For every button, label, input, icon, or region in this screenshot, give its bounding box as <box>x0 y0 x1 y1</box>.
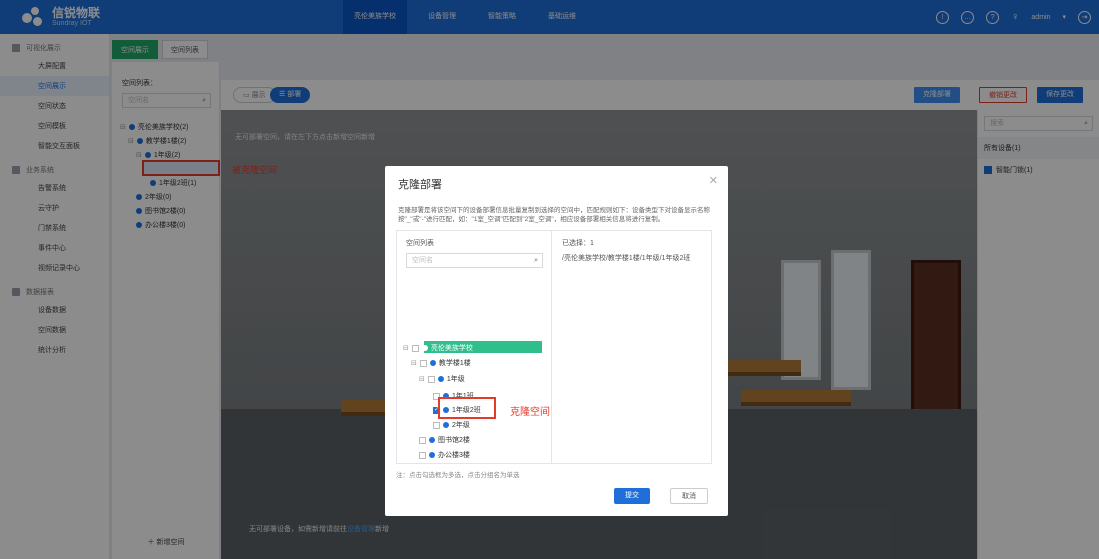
modal-node-grade1[interactable]: ⊟ 1年级 <box>419 374 465 384</box>
modal-title: 克隆部署 <box>398 179 442 191</box>
clone-modal: 克隆部署 ✕ 克隆部署是将该空间下的设备部署信息批量复制到选择的空间中，匹配规则… <box>385 166 728 516</box>
cancel-button[interactable]: 取消 <box>670 488 708 504</box>
modal-node-school[interactable]: ⊟ 亮伦美族学校 <box>403 343 473 353</box>
modal-list-title: 空间列表 <box>406 240 434 247</box>
modal-search-input[interactable]: 空间名 ⌕ <box>406 253 543 268</box>
submit-button[interactable]: 提交 <box>614 488 650 504</box>
modal-node-grade2[interactable]: 2年级 <box>433 420 470 430</box>
selected-path: /亮伦美族学校/教学楼1楼/1年级/1年级2班 <box>562 255 691 262</box>
search-icon[interactable]: ⌕ <box>534 254 538 267</box>
modal-description: 克隆部署是将该空间下的设备部署信息批量复制到选择的空间中，匹配规则如下：设备类型… <box>398 207 710 223</box>
modal-node-library[interactable]: 图书馆2楼 <box>419 435 470 445</box>
annotation-target: 克隆空间 <box>510 407 550 418</box>
modal-note: 注：点击勾选框为多选，点击分组名为单选 <box>396 472 520 479</box>
modal-node-building1[interactable]: ⊟ 教学楼1楼 <box>411 358 471 368</box>
target-space-highlight <box>438 397 496 419</box>
modal-panel: 空间列表 空间名 ⌕ ⊟ 亮伦美族学校 ⊟ 教学楼1楼 ⊟ 1年级 1年1班 ✓ 1年级2… <box>396 230 712 464</box>
modal-node-office[interactable]: 办公楼3楼 <box>419 450 470 460</box>
close-icon[interactable]: ✕ <box>709 174 718 187</box>
modal-space-list: 空间列表 空间名 ⌕ ⊟ 亮伦美族学校 ⊟ 教学楼1楼 ⊟ 1年级 1年1班 ✓ 1年级2… <box>397 231 552 463</box>
selected-count: 已选择：1 <box>562 240 594 247</box>
